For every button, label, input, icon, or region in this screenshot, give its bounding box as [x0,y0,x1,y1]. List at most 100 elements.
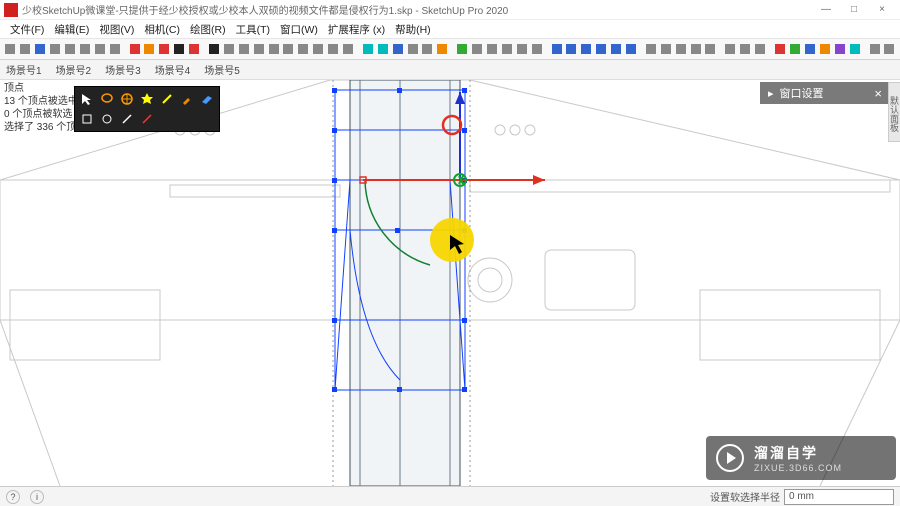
axis-green-icon[interactable] [789,41,802,57]
vt-slash-icon[interactable] [118,110,136,128]
menu-tools[interactable]: 工具(T) [232,22,274,37]
dimension-icon[interactable] [406,41,419,57]
extra1-icon[interactable] [818,41,831,57]
model-canvas[interactable] [0,80,900,486]
circle-icon[interactable] [267,41,280,57]
menu-draw[interactable]: 绘图(R) [186,22,230,37]
shade-hidden-icon[interactable] [659,41,672,57]
style3-icon[interactable] [158,41,171,57]
axes-icon[interactable] [391,41,404,57]
camera-icon[interactable] [173,41,186,57]
menu-camera[interactable]: 相机(C) [140,22,184,37]
menu-window[interactable]: 窗口(W) [276,22,322,37]
credits-icon[interactable]: i [30,490,44,504]
viewport[interactable]: 顶点 13 个顶点被选中 0 个顶点被软选 选择了 336 个顶点 ▸ 窗口设置 [0,80,900,486]
vt-blank1[interactable] [158,110,176,128]
back-icon[interactable] [610,41,623,57]
shade-wire-icon[interactable] [645,41,658,57]
vt-brush-icon[interactable] [178,90,196,108]
zoom-extents-icon[interactable] [500,41,513,57]
xray-icon[interactable] [724,41,737,57]
menu-edit[interactable]: 编辑(E) [50,22,93,37]
scene-tab-4[interactable]: 场景号4 [155,62,191,77]
text-icon[interactable] [421,41,434,57]
vt-wand-icon[interactable] [158,90,176,108]
iso-icon[interactable] [550,41,563,57]
menu-extensions[interactable]: 扩展程序 (x) [324,22,389,37]
scene-tab-5[interactable]: 场景号5 [204,62,240,77]
scene-tab-2[interactable]: 场景号2 [56,62,92,77]
maximize-button[interactable]: □ [840,1,868,19]
tray-close-icon[interactable]: × [874,86,882,101]
rotate-icon[interactable] [327,41,340,57]
menu-view[interactable]: 视图(V) [95,22,138,37]
arc-icon[interactable] [252,41,265,57]
vt-star-icon[interactable] [138,90,156,108]
poly-icon[interactable] [282,41,295,57]
main-toolbar [0,38,900,60]
new-icon[interactable] [4,41,17,57]
geo-location-icon[interactable]: ? [6,490,20,504]
menu-file[interactable]: 文件(F) [6,22,48,37]
tray-header[interactable]: ▸ 窗口设置 × [760,82,890,104]
fog-icon[interactable] [739,41,752,57]
select-icon[interactable] [208,41,221,57]
vt-lasso-icon[interactable] [98,90,116,108]
vertex-toolbar[interactable] [74,86,220,132]
scene-tab-3[interactable]: 场景号3 [105,62,141,77]
scale-icon[interactable] [341,41,354,57]
left-icon[interactable] [625,41,638,57]
top-icon[interactable] [565,41,578,57]
section-icon[interactable] [436,41,449,57]
undo-icon[interactable] [93,41,106,57]
axis-blue-icon[interactable] [804,41,817,57]
protractor-icon[interactable] [376,41,389,57]
close-window-button[interactable]: × [868,1,896,19]
pan-icon[interactable] [471,41,484,57]
measurement-input[interactable]: 0 mm [784,489,894,505]
info-icon[interactable] [883,41,896,57]
next-icon[interactable] [530,41,543,57]
cut-icon[interactable] [49,41,62,57]
vt-pointer-icon[interactable] [78,90,96,108]
paste-icon[interactable] [78,41,91,57]
vt-box-icon[interactable] [78,110,96,128]
help-icon[interactable] [868,41,881,57]
shade-texture-icon[interactable] [689,41,702,57]
camera2-icon[interactable] [188,41,201,57]
shade-mono-icon[interactable] [704,41,717,57]
extra2-icon[interactable] [833,41,846,57]
copy-icon[interactable] [64,41,77,57]
front-icon[interactable] [580,41,593,57]
right-icon[interactable] [595,41,608,57]
vt-blank3[interactable] [198,110,216,128]
tape-icon[interactable] [361,41,374,57]
previous-icon[interactable] [515,41,528,57]
vt-plane-icon[interactable] [198,90,216,108]
vt-slash-red-icon[interactable] [138,110,156,128]
open-icon[interactable] [19,41,32,57]
minimize-button[interactable]: — [812,1,840,19]
shadows-icon[interactable] [754,41,767,57]
vt-circle-icon[interactable] [98,110,116,128]
scene-tab-1[interactable]: 场景号1 [6,62,42,77]
line-icon[interactable] [237,41,250,57]
save-icon[interactable] [34,41,47,57]
orbit-icon[interactable] [456,41,469,57]
style1-icon[interactable] [128,41,141,57]
zoom-icon[interactable] [486,41,499,57]
redo-icon[interactable] [108,41,121,57]
vt-gizmo-icon[interactable] [118,90,136,108]
rect-icon[interactable] [222,41,235,57]
offset-icon[interactable] [297,41,310,57]
shade-shaded-icon[interactable] [674,41,687,57]
play-icon [716,444,744,472]
extra3-icon[interactable] [848,41,861,57]
axis-red-icon[interactable] [774,41,787,57]
move-icon[interactable] [312,41,325,57]
tray-tab[interactable]: 默认面板 [888,82,900,142]
tray-expand-icon[interactable]: ▸ [768,87,774,100]
style2-icon[interactable] [143,41,156,57]
vt-blank2[interactable] [178,110,196,128]
menu-help[interactable]: 帮助(H) [391,22,435,37]
